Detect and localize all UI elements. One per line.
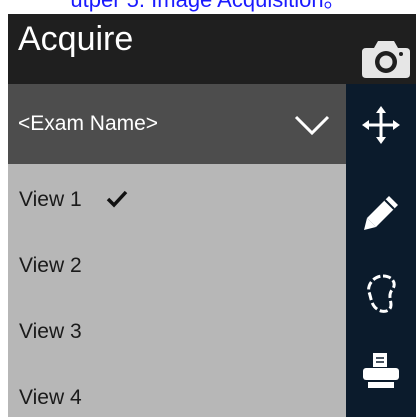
exam-name-dropdown[interactable]: <Exam Name> — [8, 84, 346, 164]
exam-name-value: <Exam Name> — [18, 112, 159, 135]
camera-icon[interactable] — [360, 36, 412, 80]
view-label: View 4 — [19, 386, 82, 409]
chevron-down-icon — [294, 115, 330, 136]
tool-sidebar — [346, 84, 416, 417]
view-label: View 1 — [19, 188, 82, 211]
lasso-icon[interactable] — [360, 272, 402, 314]
acquire-screen: Acquire <Exam Name> View 1 View 2 View 3… — [8, 14, 416, 417]
list-item-view-2[interactable]: View 2 — [8, 238, 346, 298]
header-bar: Acquire — [8, 14, 416, 84]
printer-icon[interactable] — [360, 350, 402, 392]
list-item-view-3[interactable]: View 3 — [8, 304, 346, 364]
checkmark-icon — [106, 190, 128, 208]
document-caption: utper 5. Image Acquisition。 — [0, 0, 416, 12]
view-list: View 1 View 2 View 3 View 4 — [8, 164, 346, 417]
move-arrows-icon[interactable] — [360, 104, 402, 146]
view-label: View 3 — [19, 320, 82, 343]
list-item-view-1[interactable]: View 1 — [8, 172, 346, 232]
page-title: Acquire — [18, 20, 134, 58]
list-item-view-4[interactable]: View 4 — [8, 370, 346, 417]
pencil-icon[interactable] — [360, 192, 402, 234]
view-label: View 2 — [19, 254, 82, 277]
